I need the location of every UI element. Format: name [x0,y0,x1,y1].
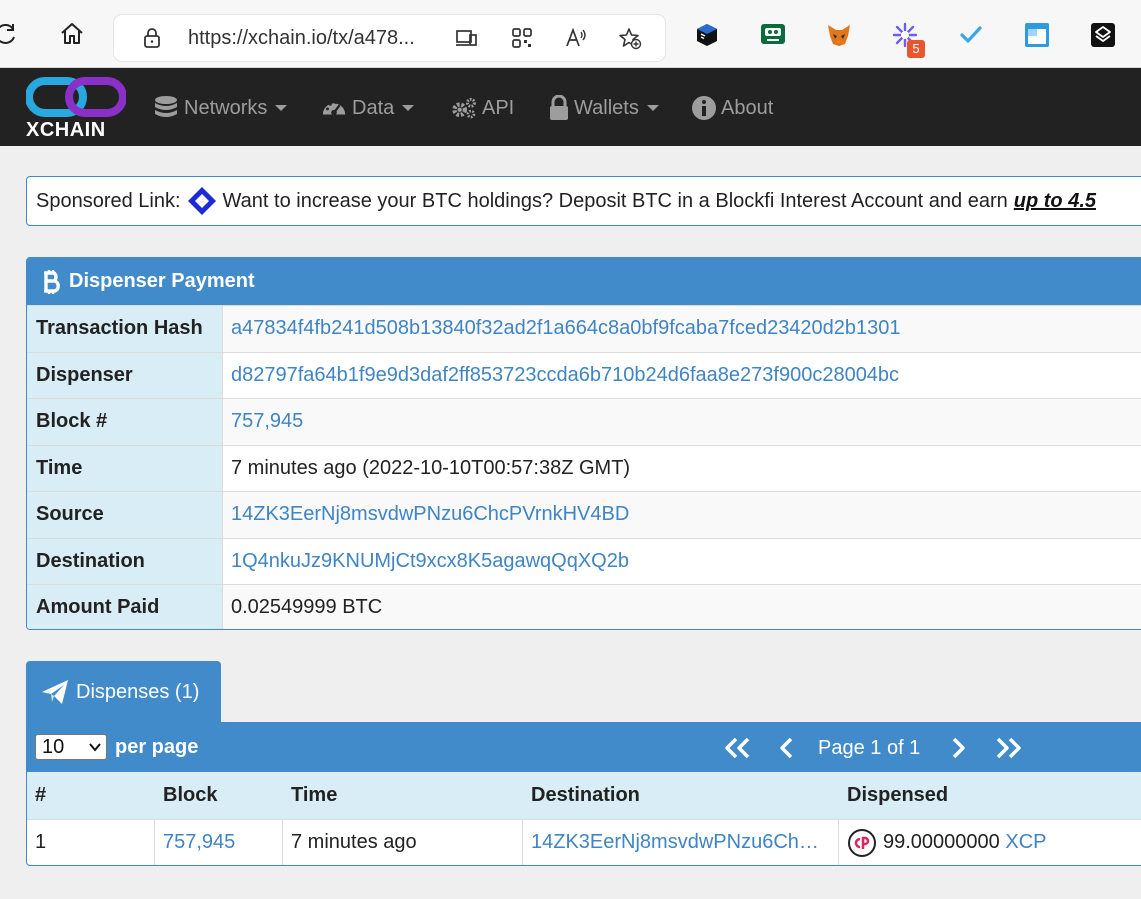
checkmark-extension-icon[interactable] [958,22,984,48]
gears-icon [452,97,476,119]
row-asset-link[interactable]: XCP [1005,831,1046,854]
previous-page-icon[interactable] [777,735,797,761]
dashboard-icon [322,100,346,116]
col-number-header: # [35,784,47,806]
add-favorite-icon[interactable] [618,26,642,50]
amount-row: Amount Paid 0.02549999 BTC [27,584,1141,629]
tx-hash-label: Transaction Hash [27,306,223,352]
tab-dispenses-label: Dispenses (1) [76,680,200,703]
browser-toolbar: https://xchain.io/tx/a478... 5 [0,0,1141,68]
window-extension-icon[interactable] [1024,22,1050,48]
row-time: 7 minutes ago [283,820,523,865]
row-number: 1 [27,820,155,865]
extension-badge: 5 [907,40,925,58]
tab-dispenses[interactable]: Dispenses (1) [26,661,221,723]
time-value: 7 minutes ago (2022-10-10T00:57:38Z GMT) [231,456,631,479]
destination-row: Destination 1Q4nkuJz9KNUMjCt9xcx8K5agawq… [27,537,1141,584]
sponsored-cta-link[interactable]: up to 4.5 [1014,190,1096,213]
nav-wallets[interactable]: Wallets [549,94,659,122]
url-text[interactable]: https://xchain.io/tx/a478... [188,27,415,50]
logo-text: XCHAIN [26,119,106,141]
per-page-value: 10 [42,736,65,758]
sponsored-text[interactable]: Want to increase your BTC holdings? Depo… [223,190,1008,213]
layers-extension-icon[interactable] [1090,22,1116,48]
panel-title: Dispenser Payment [69,270,255,292]
app-available-icon[interactable] [454,26,478,50]
nav-about-label: About [721,96,774,119]
sponsored-prefix: Sponsored Link: [36,189,181,212]
lock-icon[interactable] [140,26,164,50]
col-block-header: Block [163,784,218,806]
xchain-logo-icon [25,77,127,117]
row-destination-link[interactable]: 14ZK3EerNj8msvdwPNzu6ChcPVrnkHV4BD [531,831,821,854]
col-destination-header: Destination [531,784,640,806]
time-row: Time 7 minutes ago (2022-10-10T00:57:38Z… [27,444,1141,491]
nav-about[interactable]: About [692,94,773,122]
first-page-icon[interactable] [721,735,753,761]
amount-label: Amount Paid [27,585,223,629]
table-header: # Block Time Destination Dispensed [27,772,1141,819]
block-link[interactable]: 757,945 [231,410,303,433]
row-block-link[interactable]: 757,945 [163,831,235,854]
caret-down-icon [646,105,659,111]
amount-value: 0.02549999 BTC [231,596,383,619]
site-navbar: XCHAIN Networks Data API Wallets About [0,68,1141,146]
block-row: Block # 757,945 [27,398,1141,445]
nav-api[interactable]: API [451,94,514,122]
refresh-icon[interactable] [0,18,22,50]
nav-networks-label: Networks [184,96,268,119]
paper-plane-icon [42,680,68,704]
extension-cube-icon[interactable] [694,22,720,48]
dispenser-link[interactable]: d82797fa64b1f9e9d3daf2ff853723ccda6b710b… [231,364,899,387]
col-dispensed-header: Dispensed [847,784,949,806]
pagination-bar: 10 per page Page 1 of 1 [27,723,1141,772]
bitcoin-icon [44,269,60,294]
time-label: Time [27,445,223,491]
address-bar[interactable]: https://xchain.io/tx/a478... [114,15,665,61]
sponsored-link-banner: Sponsored Link: Want to increase your BT… [26,176,1141,226]
col-time-header: Time [291,784,338,806]
nav-data-label: Data [352,96,395,119]
blockfi-logo-icon [187,187,216,215]
per-page-select[interactable]: 10 [35,734,107,760]
source-row: Source 14ZK3EerNj8msvdwPNzu6ChcPVrnkHV4B… [27,491,1141,538]
page-indicator: Page 1 of 1 [818,737,921,759]
nav-wallets-label: Wallets [574,96,639,119]
nav-data[interactable]: Data [321,94,415,122]
next-page-icon[interactable] [948,735,968,761]
tx-hash-link[interactable]: a47834f4fb241d508b13840f32ad2f1a664c8a0b… [231,317,901,340]
dispenser-payment-panel: Dispenser Payment Transaction Hash a4783… [26,257,1141,630]
last-page-icon[interactable] [993,735,1025,761]
robot-extension-icon[interactable] [760,22,786,48]
xchain-logo[interactable]: XCHAIN [25,76,127,141]
database-icon [155,96,177,117]
panel-header: Dispenser Payment [27,258,1141,305]
caret-down-icon [402,105,415,111]
lock-icon [550,95,568,120]
metamask-fox-icon[interactable] [826,22,852,48]
row-amount: 99.00000000 [883,831,1000,853]
dispenses-panel: 10 per page Page 1 of 1 # Block Time Des… [26,722,1141,866]
destination-label: Destination [27,538,223,584]
chevron-down-icon [89,743,101,752]
read-aloud-icon[interactable] [564,26,588,50]
qr-code-icon[interactable] [510,26,534,50]
source-label: Source [27,492,223,538]
table-row: 1 757,945 7 minutes ago 14ZK3EerNj8msvdw… [27,819,1141,865]
block-label: Block # [27,399,223,445]
xcp-asset-icon[interactable] [847,828,877,858]
destination-address-link[interactable]: 1Q4nkuJz9KNUMjCt9xcx8K5agawqQqXQ2b [231,550,629,573]
caret-down-icon [275,105,288,111]
info-icon [692,96,716,120]
source-address-link[interactable]: 14ZK3EerNj8msvdwPNzu6ChcPVrnkHV4BD [231,503,629,526]
per-page-label: per page [115,736,199,758]
nav-api-label: API [482,96,515,119]
dispenser-row: Dispenser d82797fa64b1f9e9d3daf2ff853723… [27,351,1141,398]
spark-extension-icon[interactable]: 5 [892,22,925,58]
nav-networks[interactable]: Networks [153,94,288,122]
home-icon[interactable] [56,18,88,50]
tx-hash-row: Transaction Hash a47834f4fb241d508b13840… [27,305,1141,352]
dispenser-label: Dispenser [27,352,223,398]
